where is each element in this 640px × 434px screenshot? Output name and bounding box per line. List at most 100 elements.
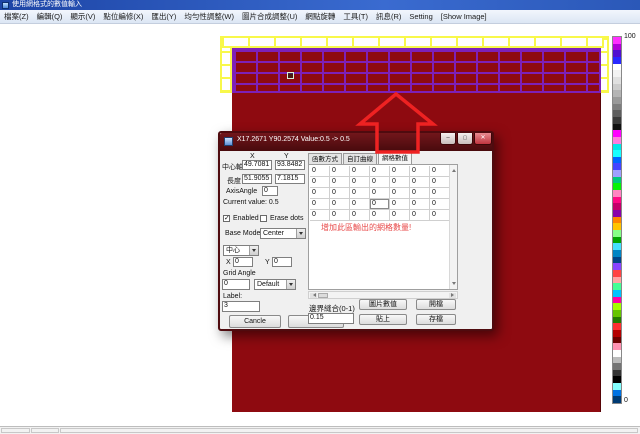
- grid-cell[interactable]: 0: [390, 199, 410, 210]
- palette-color[interactable]: [613, 57, 621, 64]
- palette-color[interactable]: [613, 44, 621, 51]
- palette-color[interactable]: [613, 323, 621, 330]
- palette-color[interactable]: [613, 230, 621, 237]
- maximize-button-icon[interactable]: [457, 133, 473, 145]
- grid-cell[interactable]: 0: [350, 210, 370, 221]
- palette-color[interactable]: [613, 250, 621, 257]
- anchor-dropdown[interactable]: 中心: [223, 245, 259, 256]
- grid-cell[interactable]: 0: [350, 199, 370, 210]
- horizontal-scrollbar[interactable]: [308, 291, 458, 299]
- grid-cell[interactable]: 0: [410, 166, 430, 177]
- chevron-down-icon[interactable]: [296, 229, 305, 238]
- palette-color[interactable]: [613, 170, 621, 177]
- scroll-right-icon[interactable]: [449, 293, 456, 298]
- palette-color[interactable]: [613, 183, 621, 190]
- palette-color[interactable]: [613, 383, 621, 390]
- grid-cell[interactable]: 0: [350, 166, 370, 177]
- palette-color[interactable]: [613, 297, 621, 304]
- palette-color[interactable]: [613, 163, 621, 170]
- grid-cell[interactable]: 0: [430, 166, 450, 177]
- palette-color[interactable]: [613, 64, 621, 71]
- palette-color[interactable]: [613, 330, 621, 337]
- enabled-checkbox[interactable]: [223, 215, 230, 222]
- grid-cell[interactable]: 0: [310, 210, 330, 221]
- dialog-title-bar[interactable]: X17.2671 Y90.2574 Value:0.5 -> 0.5: [220, 133, 492, 151]
- grid-cell[interactable]: 0: [370, 166, 390, 177]
- menu-item[interactable]: 圖片合成調整(U): [238, 10, 301, 24]
- palette-color[interactable]: [613, 396, 621, 403]
- tab-1[interactable]: 函數方式: [308, 153, 342, 164]
- grid-cell[interactable]: 0: [350, 177, 370, 188]
- tab-2[interactable]: 自訂曲線: [343, 153, 377, 164]
- palette-color[interactable]: [613, 363, 621, 370]
- palette-color[interactable]: [613, 144, 621, 151]
- palette-color[interactable]: [613, 370, 621, 377]
- menu-item[interactable]: 工具(T): [339, 10, 372, 24]
- palette-color[interactable]: [613, 97, 621, 104]
- grid-cell[interactable]: 0: [330, 177, 350, 188]
- palette-color[interactable]: [613, 350, 621, 357]
- palette-color[interactable]: [613, 104, 621, 111]
- palette-color[interactable]: [613, 84, 621, 91]
- grid-cell[interactable]: 0: [370, 188, 390, 199]
- palette-color[interactable]: [613, 137, 621, 144]
- length-x-field[interactable]: 51.9055: [242, 174, 272, 184]
- offset-y-field[interactable]: 0: [272, 257, 292, 267]
- grid-cell[interactable]: 0: [370, 177, 390, 188]
- grid-cell[interactable]: 0: [330, 199, 350, 210]
- palette-color[interactable]: [613, 303, 621, 310]
- grid-cell[interactable]: 0: [310, 166, 330, 177]
- palette-color[interactable]: [613, 263, 621, 270]
- palette-color[interactable]: [613, 357, 621, 364]
- chevron-down-icon[interactable]: [286, 280, 295, 289]
- palette-color[interactable]: [613, 50, 621, 57]
- axis-angle-field[interactable]: 0: [262, 186, 278, 196]
- palette-color[interactable]: [613, 217, 621, 224]
- palette-color[interactable]: [613, 150, 621, 157]
- palette-color[interactable]: [613, 210, 621, 217]
- grid-cell[interactable]: 0: [310, 177, 330, 188]
- palette-color[interactable]: [613, 177, 621, 184]
- grid-angle-field[interactable]: 0: [222, 279, 250, 290]
- grid-cell[interactable]: 0: [310, 199, 330, 210]
- palette-color[interactable]: [613, 197, 621, 204]
- grid-cell[interactable]: 0: [350, 188, 370, 199]
- offset-x-field[interactable]: 0: [233, 257, 253, 267]
- grid-cell[interactable]: 0: [390, 177, 410, 188]
- label-field[interactable]: 3: [222, 301, 260, 312]
- grid-cell[interactable]: 0: [330, 166, 350, 177]
- palette-color[interactable]: [613, 117, 621, 124]
- palette-color[interactable]: [613, 310, 621, 317]
- palette-color[interactable]: [613, 277, 621, 284]
- length-y-field[interactable]: 7.1815: [275, 174, 305, 184]
- palette-color[interactable]: [613, 203, 621, 210]
- chevron-down-icon[interactable]: [249, 246, 258, 255]
- palette-color[interactable]: [613, 243, 621, 250]
- grid-cell[interactable]: 0: [410, 177, 430, 188]
- grid-cell[interactable]: 0: [410, 210, 430, 221]
- paste-button[interactable]: 貼上: [359, 314, 407, 325]
- palette-color[interactable]: [613, 237, 621, 244]
- menu-item[interactable]: 匯出(Y): [147, 10, 180, 24]
- scroll-left-icon[interactable]: [310, 293, 317, 298]
- menu-item[interactable]: 網點旋轉: [301, 10, 339, 24]
- palette-color[interactable]: [613, 70, 621, 77]
- menu-item[interactable]: 檔案(Z): [0, 10, 33, 24]
- grid-angle-mode-dropdown[interactable]: Default: [254, 279, 296, 290]
- close-button-icon[interactable]: [474, 133, 492, 145]
- grid-cell[interactable]: 0: [370, 210, 390, 221]
- grid-cell[interactable]: 0: [410, 188, 430, 199]
- minimize-button-icon[interactable]: [440, 133, 456, 145]
- grid-cell[interactable]: 0: [310, 188, 330, 199]
- grid-cell[interactable]: 0: [430, 199, 450, 210]
- palette-color[interactable]: [613, 343, 621, 350]
- scroll-thumb[interactable]: [318, 293, 328, 298]
- menu-item[interactable]: 顯示(V): [66, 10, 99, 24]
- palette-color[interactable]: [613, 110, 621, 117]
- menu-item[interactable]: 編輯(Q): [33, 10, 67, 24]
- palette-color[interactable]: [613, 77, 621, 84]
- open-file-button[interactable]: 開檔: [416, 299, 456, 310]
- palette-color[interactable]: [613, 37, 621, 44]
- base-mode-dropdown[interactable]: Center: [260, 228, 306, 239]
- cancel-button[interactable]: Cancle: [229, 315, 281, 328]
